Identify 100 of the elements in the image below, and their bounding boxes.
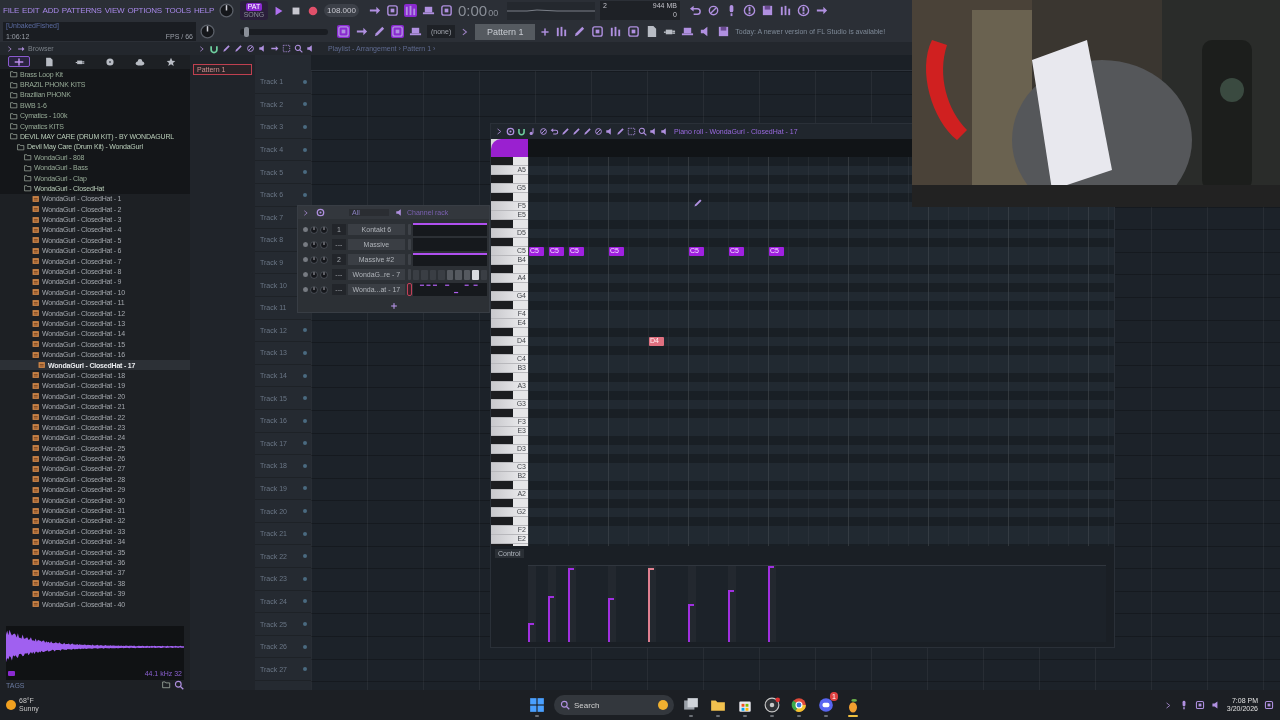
track-mute-dot[interactable] bbox=[303, 147, 307, 152]
pan-knob[interactable] bbox=[309, 240, 318, 249]
zoom-icon[interactable] bbox=[638, 127, 647, 136]
zoom-icon[interactable] bbox=[294, 44, 303, 53]
undo-icon[interactable] bbox=[688, 4, 702, 17]
paint-icon[interactable] bbox=[234, 44, 243, 53]
mini-piano-roll-drawing[interactable] bbox=[413, 283, 487, 296]
pan-knob[interactable] bbox=[309, 225, 318, 234]
help-icon[interactable] bbox=[742, 4, 756, 17]
chat-app-icon[interactable] bbox=[818, 697, 834, 713]
master-pitch-knob[interactable] bbox=[200, 24, 215, 39]
track-mute-dot[interactable] bbox=[303, 554, 307, 559]
menu-item[interactable]: FILE bbox=[3, 6, 20, 15]
mute-led[interactable] bbox=[303, 287, 308, 292]
pan-knob[interactable] bbox=[309, 285, 318, 294]
chevron-up-icon[interactable] bbox=[1163, 700, 1173, 710]
step-icon[interactable] bbox=[403, 4, 417, 17]
add-channel-icon[interactable] bbox=[389, 302, 398, 310]
velocity-bar[interactable] bbox=[688, 604, 694, 642]
volume-knob[interactable] bbox=[319, 225, 328, 234]
track-mute-dot[interactable] bbox=[303, 576, 307, 581]
track-mute-dot[interactable] bbox=[303, 667, 307, 672]
search-box[interactable]: Search bbox=[554, 695, 674, 715]
arrow-icon[interactable] bbox=[355, 25, 368, 38]
mute-led[interactable] bbox=[303, 257, 308, 262]
slider-thumb[interactable] bbox=[244, 26, 250, 37]
pencil-icon[interactable] bbox=[373, 25, 386, 38]
info-icon[interactable] bbox=[796, 4, 810, 17]
menu-item[interactable]: HELP bbox=[194, 6, 215, 15]
draw-icon[interactable] bbox=[222, 44, 231, 53]
track-mute-dot[interactable] bbox=[303, 418, 307, 423]
undo-icon[interactable] bbox=[550, 127, 559, 136]
menu-icon[interactable] bbox=[495, 127, 504, 136]
tempo-field[interactable]: 108.000 bbox=[324, 4, 359, 17]
folder-icon[interactable] bbox=[162, 680, 171, 689]
master-volume-knob[interactable] bbox=[219, 3, 234, 18]
track-mute-dot[interactable] bbox=[303, 79, 307, 84]
file-icon[interactable] bbox=[645, 25, 659, 38]
gear-icon[interactable] bbox=[316, 208, 325, 217]
sharp-key[interactable] bbox=[491, 238, 528, 247]
sun-icon[interactable] bbox=[6, 700, 16, 710]
sharp-key[interactable] bbox=[491, 220, 528, 229]
track-mute-dot[interactable] bbox=[303, 509, 307, 514]
track-mute-dot[interactable] bbox=[303, 463, 307, 468]
velocity-bar[interactable] bbox=[528, 623, 534, 642]
record-button[interactable] bbox=[307, 4, 319, 17]
track-mute-dot[interactable] bbox=[303, 102, 307, 107]
track-mute-dot[interactable] bbox=[303, 373, 307, 378]
velocity-bar[interactable] bbox=[608, 597, 614, 642]
sharp-key[interactable] bbox=[491, 157, 528, 166]
sharp-key[interactable] bbox=[491, 346, 528, 355]
sharp-key[interactable] bbox=[491, 517, 528, 526]
sharp-key[interactable] bbox=[491, 409, 528, 418]
pattern-selector[interactable]: Pattern 1 bbox=[475, 23, 536, 40]
select-icon[interactable] bbox=[627, 127, 636, 136]
track-mute-dot[interactable] bbox=[303, 170, 307, 175]
windows-stack-icon[interactable] bbox=[683, 697, 699, 713]
track-mute-dot[interactable] bbox=[303, 622, 307, 627]
plus-tab[interactable] bbox=[8, 56, 31, 68]
track-mute-dot[interactable] bbox=[303, 644, 307, 649]
magnet-icon[interactable] bbox=[517, 127, 526, 136]
search-icon[interactable] bbox=[560, 700, 570, 710]
sharp-key[interactable] bbox=[491, 481, 528, 490]
menu-icon[interactable] bbox=[302, 208, 310, 217]
menu-item[interactable]: OPTIONS bbox=[127, 6, 162, 15]
sharp-key[interactable] bbox=[491, 454, 528, 463]
select-icon[interactable] bbox=[282, 44, 291, 53]
track-mute-dot[interactable] bbox=[303, 192, 307, 197]
track-mute-dot[interactable] bbox=[303, 441, 307, 446]
speaker-icon[interactable] bbox=[395, 208, 404, 217]
mute-led[interactable] bbox=[303, 272, 308, 277]
sharp-key[interactable] bbox=[491, 265, 528, 274]
preview-play-button[interactable] bbox=[8, 670, 15, 676]
folder-icon[interactable] bbox=[710, 697, 726, 713]
track-mute-dot[interactable] bbox=[303, 328, 307, 333]
menu-item[interactable]: TOOLS bbox=[165, 6, 191, 15]
track-mute-dot[interactable] bbox=[303, 486, 307, 491]
sharp-key[interactable] bbox=[491, 436, 528, 445]
sharp-key[interactable] bbox=[491, 391, 528, 400]
hat-icon[interactable] bbox=[409, 25, 422, 38]
record-circle-icon[interactable] bbox=[764, 697, 780, 713]
pan-knob[interactable] bbox=[309, 270, 318, 279]
track-mute-dot[interactable] bbox=[303, 599, 307, 604]
sharp-key[interactable] bbox=[491, 328, 528, 337]
menu-item[interactable]: VIEW bbox=[104, 6, 125, 15]
menu-item[interactable]: ADD bbox=[42, 6, 59, 15]
save-icon[interactable] bbox=[760, 4, 774, 17]
sharp-key[interactable] bbox=[491, 175, 528, 184]
expand-icon[interactable] bbox=[6, 44, 14, 53]
mute-led[interactable] bbox=[303, 242, 308, 247]
velocity-bar[interactable] bbox=[548, 596, 554, 642]
search-field[interactable]: Search bbox=[574, 698, 654, 712]
sharp-key[interactable] bbox=[491, 301, 528, 310]
menu-item[interactable]: EDIT bbox=[22, 6, 40, 15]
velocity-bar[interactable] bbox=[728, 590, 734, 642]
playback-icon[interactable] bbox=[306, 44, 315, 53]
sharp-key[interactable] bbox=[491, 283, 528, 292]
search-icon[interactable] bbox=[174, 680, 184, 690]
mixer-icon[interactable] bbox=[609, 25, 623, 38]
corner-tab[interactable] bbox=[491, 139, 528, 157]
